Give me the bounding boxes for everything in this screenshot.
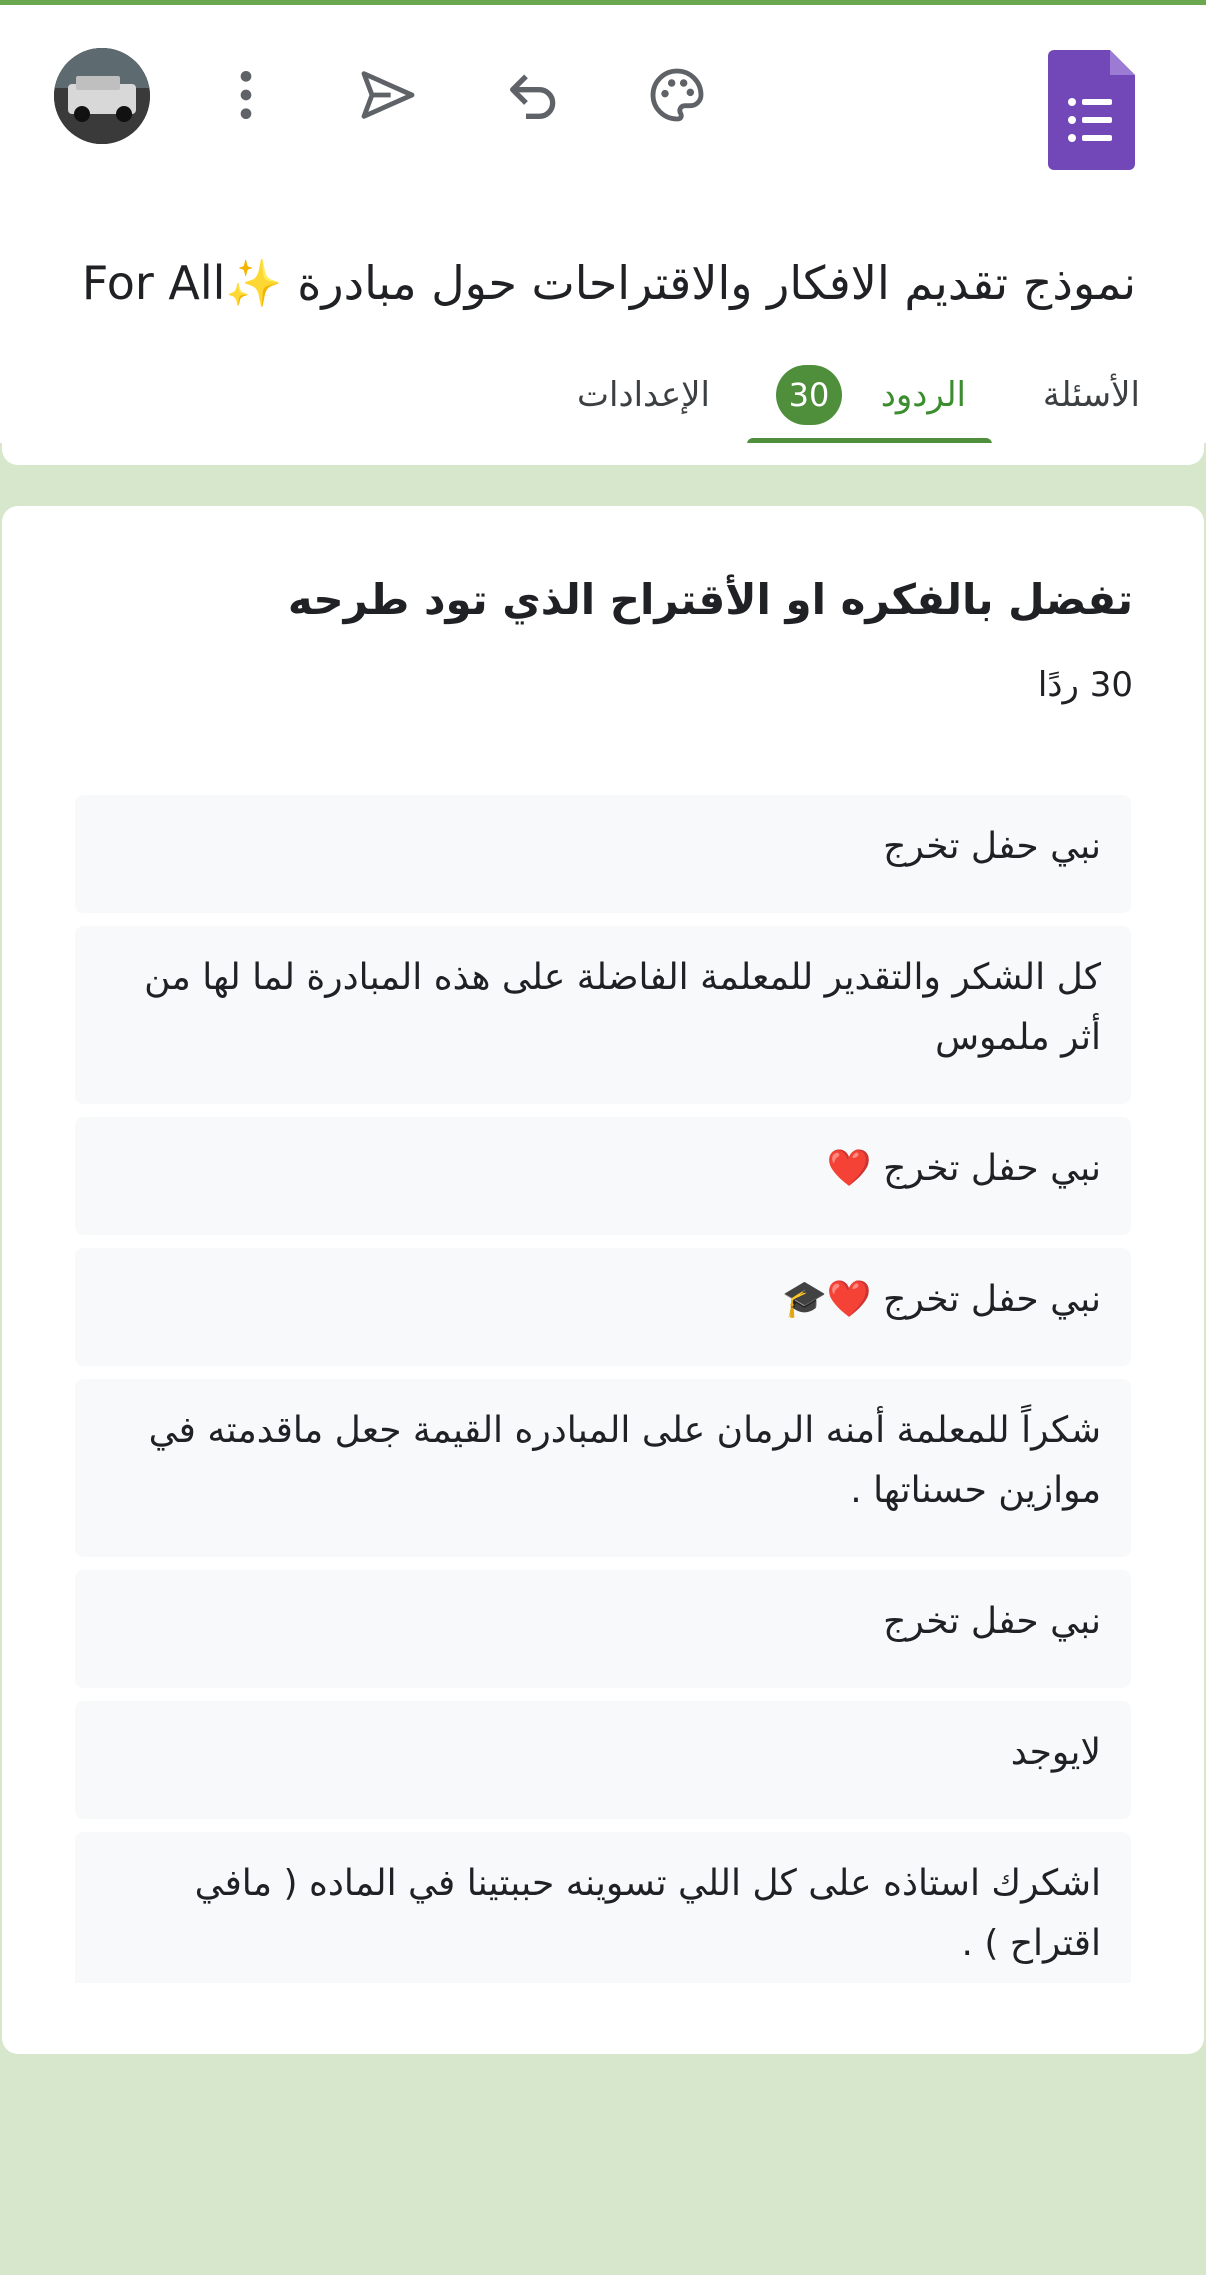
undo-icon[interactable]	[502, 63, 566, 127]
response-item: كل الشكر والتقدير للمعلمة الفاضلة على هذ…	[75, 926, 1131, 1104]
send-icon[interactable]	[356, 63, 420, 127]
form-title: نموذج تقديم الافكار والاقتراحات حول مباد…	[81, 256, 1136, 310]
response-item: نبي حفل تخرج ❤️🎓	[75, 1248, 1131, 1366]
response-item: شكراً للمعلمة أمنه الرمان على المبادره ا…	[75, 1379, 1131, 1557]
tab-settings[interactable]: الإعدادات	[560, 365, 710, 425]
previous-card-edge	[2, 443, 1204, 465]
app-header: نموذج تقديم الافكار والاقتراحات حول مباد…	[0, 0, 1206, 448]
question-title: تفضل بالفكره او الأقتراح الذي تود طرحه	[287, 575, 1133, 624]
palette-icon[interactable]	[645, 63, 709, 127]
google-forms-logo	[1048, 50, 1135, 170]
more-vert-icon[interactable]	[214, 63, 278, 127]
response-list[interactable]: نبي حفل تخرج كل الشكر والتقدير للمعلمة ا…	[75, 795, 1131, 1983]
responses-count-badge: 30	[776, 365, 842, 425]
response-item: لايوجد	[75, 1701, 1131, 1819]
account-avatar[interactable]	[54, 48, 150, 144]
tab-questions[interactable]: الأسئلة	[1030, 365, 1140, 425]
response-item: نبي حفل تخرج	[75, 1570, 1131, 1688]
tab-responses[interactable]: الردود	[876, 365, 966, 425]
response-count: 30 ردًا	[1037, 665, 1133, 705]
response-item: نبي حفل تخرج ❤️	[75, 1117, 1131, 1235]
response-item: اشكرك استاذه على كل اللي تسوينه حببتينا …	[75, 1832, 1131, 1983]
response-item: نبي حفل تخرج	[75, 795, 1131, 913]
